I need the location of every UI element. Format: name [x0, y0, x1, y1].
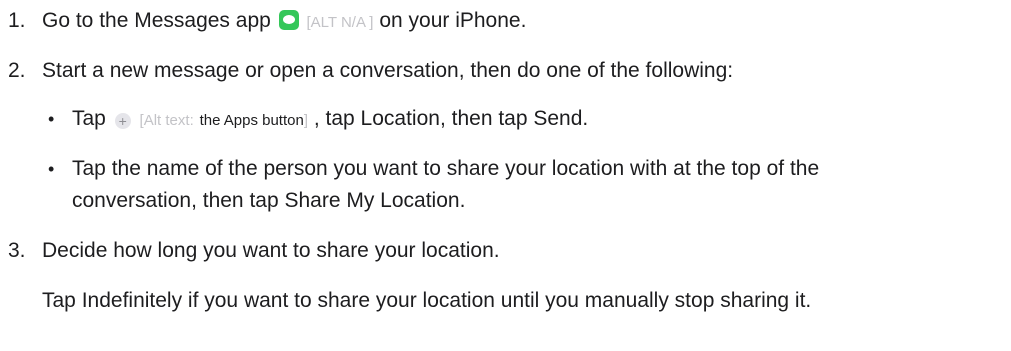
- substep-1-alt-suffix: ]: [303, 112, 309, 129]
- substep-1-alt-prefix: [Alt text:: [139, 112, 194, 129]
- step-3-number: 3.: [8, 239, 26, 262]
- step-1-before-icon: Go to the Messages app: [42, 9, 271, 32]
- step-1-text: Go to the Messages app [ALT N/A ] on you…: [42, 8, 526, 36]
- messages-app-icon: [278, 10, 299, 30]
- substep-2-text-line-2: conversation, then tap Share My Location…: [72, 189, 466, 212]
- step-3-text: Decide how long you want to share your l…: [42, 239, 500, 262]
- substep-1-text: Tap + [Alt text: the Apps button] , tap …: [72, 106, 588, 134]
- plus-icon: +: [114, 113, 131, 129]
- step-3-detail-text: Tap Indefinitely if you want to share yo…: [42, 289, 812, 312]
- substep-1-after-icon: , tap Location, then tap Send.: [313, 107, 589, 130]
- step-2-text: Start a new message or open a conversati…: [42, 59, 734, 82]
- substep-1-before-icon: Tap: [72, 107, 106, 130]
- substep-1-alt-body: the Apps button: [199, 112, 304, 129]
- step-1-after-icon: on your iPhone.: [379, 9, 527, 32]
- step-2-number: 2.: [8, 59, 26, 82]
- bullet: •: [48, 109, 55, 129]
- step-1-number: 1.: [8, 9, 26, 32]
- step-1-alt-text: [ALT N/A ]: [306, 14, 374, 31]
- bullet: •: [48, 159, 55, 179]
- substep-2-text-line-1: Tap the name of the person you want to s…: [72, 157, 820, 180]
